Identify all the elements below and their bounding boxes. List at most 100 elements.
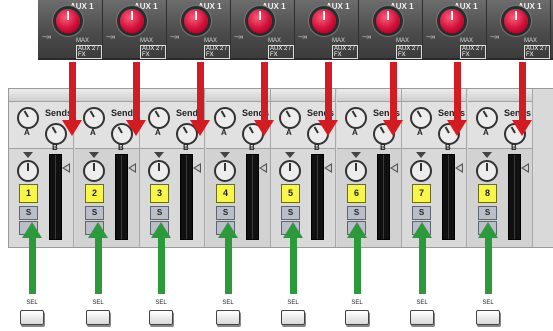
track-activator-button[interactable]: 2 <box>85 184 104 203</box>
hardware-aux-unit: AUX 1 −∞ MAX AUX 2 / FX <box>294 0 359 59</box>
track-activator-button[interactable]: 5 <box>281 184 300 203</box>
sel-label: SEL <box>155 300 167 306</box>
solo-button[interactable]: S <box>347 206 366 220</box>
volume-fader-handle[interactable] <box>521 163 529 173</box>
solo-button[interactable]: S <box>216 206 235 220</box>
green-arrowhead-icon <box>88 222 108 238</box>
level-meter <box>49 154 62 240</box>
pan-knob[interactable] <box>148 160 170 182</box>
send-a-knob[interactable] <box>279 107 301 129</box>
track-activator-button[interactable]: 3 <box>150 184 169 203</box>
track-title-bar[interactable] <box>140 89 204 102</box>
max-label: MAX <box>204 38 218 44</box>
aux-send-knob[interactable] <box>504 9 528 33</box>
solo-button[interactable]: S <box>412 206 431 220</box>
sel-button[interactable] <box>410 310 434 325</box>
red-arrow-down-icon <box>133 62 140 122</box>
aux-fx-label: AUX 2 / FX <box>140 45 166 59</box>
max-label: MAX <box>396 38 410 44</box>
send-b-label: B <box>52 143 58 152</box>
pan-center-marker-icon <box>482 152 492 158</box>
pan-center-marker-icon <box>220 152 230 158</box>
pan-center-marker-icon <box>285 152 295 158</box>
volume-fader-handle[interactable] <box>259 163 267 173</box>
pan-center-marker-icon <box>416 152 426 158</box>
send-a-knob[interactable] <box>345 107 367 129</box>
aux-send-knob[interactable] <box>120 9 144 33</box>
volume-fader-handle[interactable] <box>128 163 136 173</box>
solo-button[interactable]: S <box>478 206 497 220</box>
aux-send-knob[interactable] <box>376 9 400 33</box>
volume-fader-handle[interactable] <box>193 163 201 173</box>
pan-knob[interactable] <box>476 160 498 182</box>
hardware-aux-unit: AUX 1 −∞ MAX AUX 2 / FX <box>486 0 551 59</box>
pan-knob[interactable] <box>279 160 301 182</box>
volume-fader-handle[interactable] <box>455 163 463 173</box>
track-activator-button[interactable]: 8 <box>478 184 497 203</box>
hardware-aux-unit: AUX 1 −∞ MAX AUX 2 / FX <box>422 0 487 59</box>
track-activator-button[interactable]: 7 <box>412 184 431 203</box>
volume-fader-handle[interactable] <box>324 163 332 173</box>
volume-fader-handle[interactable] <box>390 163 398 173</box>
level-meter <box>180 154 193 240</box>
red-arrowhead-icon <box>62 120 82 136</box>
sel-button[interactable] <box>476 310 500 325</box>
track-activator-button[interactable]: 6 <box>347 184 366 203</box>
green-arrowhead-icon <box>151 222 171 238</box>
send-a-knob[interactable] <box>410 107 432 129</box>
red-arrowhead-icon <box>254 120 274 136</box>
pan-knob[interactable] <box>83 160 105 182</box>
aux-fx-label: AUX 2 / FX <box>268 45 294 59</box>
aux-fx-label: AUX 2 / FX <box>76 45 102 59</box>
sends-label: Sends <box>45 108 73 118</box>
sel-label: SEL <box>222 300 234 306</box>
solo-button[interactable]: S <box>19 206 38 220</box>
pan-knob[interactable] <box>17 160 39 182</box>
green-arrowhead-icon <box>218 222 238 238</box>
aux-send-knob[interactable] <box>440 9 464 33</box>
solo-button[interactable]: S <box>85 206 104 220</box>
max-label: MAX <box>524 38 538 44</box>
hardware-aux-unit: AUX 1 −∞ MAX AUX 2 / FX <box>166 0 231 59</box>
aux-send-knob[interactable] <box>56 9 80 33</box>
green-arrow-up-icon <box>225 238 232 294</box>
pan-knob[interactable] <box>345 160 367 182</box>
send-a-knob[interactable] <box>148 107 170 129</box>
sel-button[interactable] <box>216 310 240 325</box>
sel-button[interactable] <box>345 310 369 325</box>
sel-button[interactable] <box>149 310 173 325</box>
solo-button[interactable]: S <box>150 206 169 220</box>
aux-fx-label: AUX 2 / FX <box>332 45 358 59</box>
aux-send-knob[interactable] <box>312 9 336 33</box>
send-a-knob[interactable] <box>83 107 105 129</box>
pan-knob[interactable] <box>410 160 432 182</box>
max-label: MAX <box>332 38 346 44</box>
min-label: −∞ <box>298 34 308 41</box>
aux-fx-label: AUX 2 / FX <box>204 45 230 59</box>
track-activator-button[interactable]: 4 <box>216 184 235 203</box>
sel-label: SEL <box>92 300 104 306</box>
aux-send-knob[interactable] <box>184 9 208 33</box>
aux-send-knob[interactable] <box>248 9 272 33</box>
sel-button[interactable] <box>86 310 110 325</box>
aux-fx-label: AUX 2 / FX <box>524 45 550 59</box>
send-a-knob[interactable] <box>17 107 39 129</box>
volume-fader-handle[interactable] <box>62 163 70 173</box>
hardware-aux-strip: AUX 1 −∞ MAX AUX 2 / FX AUX 1 −∞ MAX AUX … <box>38 0 553 60</box>
sel-button[interactable] <box>20 310 44 325</box>
track-title-bar[interactable] <box>75 89 139 102</box>
send-a-knob[interactable] <box>214 107 236 129</box>
pan-center-marker-icon <box>89 152 99 158</box>
track-activator-button[interactable]: 1 <box>19 184 38 203</box>
green-arrow-up-icon <box>290 238 297 294</box>
track-title-bar[interactable] <box>9 89 73 102</box>
send-a-label: A <box>90 128 96 137</box>
red-arrow-down-icon <box>325 62 332 122</box>
pan-knob[interactable] <box>214 160 236 182</box>
sel-button[interactable] <box>281 310 305 325</box>
green-arrowhead-icon <box>22 222 42 238</box>
send-a-knob[interactable] <box>476 107 498 129</box>
solo-button[interactable]: S <box>281 206 300 220</box>
sel-label: SEL <box>287 300 299 306</box>
min-label: −∞ <box>490 34 500 41</box>
